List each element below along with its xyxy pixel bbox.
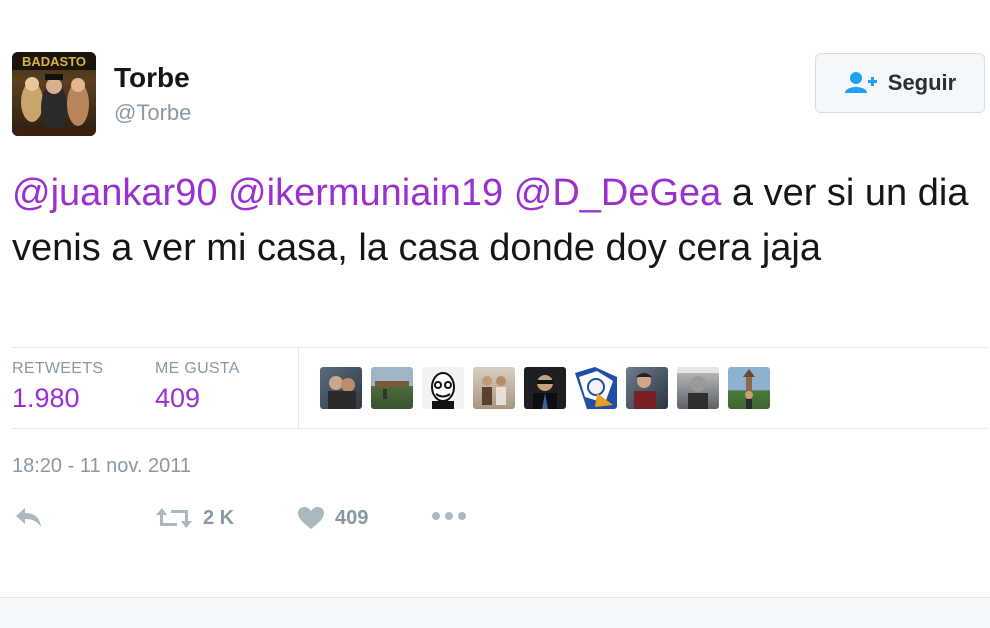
mention-link[interactable]: @juankar90 <box>12 172 217 214</box>
user-avatar-icon <box>533 375 557 409</box>
footer-band <box>0 597 990 628</box>
display-name[interactable]: Torbe <box>114 62 190 94</box>
liker-avatar[interactable] <box>575 367 617 409</box>
liker-avatar[interactable] <box>524 367 566 409</box>
more-dots-icon <box>432 512 466 520</box>
like-count: 409 <box>335 506 369 529</box>
retweets-count[interactable]: 1.980 <box>12 383 80 414</box>
user-avatar-icon <box>482 376 506 405</box>
like-button[interactable]: 409 <box>297 506 368 530</box>
follow-button[interactable]: Seguir <box>815 53 985 113</box>
retweet-count: 2 K <box>203 506 235 529</box>
user-avatar-icon <box>575 367 617 409</box>
mention-link[interactable]: @D_DeGea <box>514 172 722 214</box>
retweet-icon <box>156 508 192 528</box>
add-user-icon <box>844 72 877 93</box>
liker-avatar[interactable] <box>371 367 413 409</box>
liker-avatar[interactable] <box>320 367 362 409</box>
more-button[interactable] <box>431 506 467 526</box>
reply-icon <box>16 508 41 527</box>
user-avatar-icon <box>375 381 409 399</box>
follow-button-label: Seguir <box>887 70 957 95</box>
user-handle[interactable]: @Torbe <box>114 100 191 126</box>
heart-icon <box>298 507 324 529</box>
likers-list <box>320 367 770 409</box>
user-avatar-icon <box>634 373 656 409</box>
user-avatar-icon <box>743 369 755 409</box>
tweet-timestamp[interactable]: 18:20 - 11 nov. 2011 <box>12 455 191 478</box>
liker-avatar[interactable] <box>677 367 719 409</box>
retweets-label: RETWEETS <box>12 360 104 377</box>
avatar-image: BADASTO <box>12 52 96 136</box>
avatar-logo-text: BADASTO <box>22 54 86 69</box>
tweet-text: @juankar90 @ikermuniain19 @D_DeGea a ver… <box>12 166 987 276</box>
liker-avatar[interactable] <box>728 367 770 409</box>
retweet-button[interactable]: 2 K <box>155 506 234 530</box>
user-avatar-icon <box>328 376 356 409</box>
divider <box>298 348 299 428</box>
likes-count[interactable]: 409 <box>155 383 200 414</box>
divider <box>12 428 987 429</box>
avatar[interactable]: BADASTO <box>12 52 96 136</box>
likes-label: ME GUSTA <box>155 360 240 377</box>
user-avatar-icon <box>677 367 719 409</box>
reply-button[interactable] <box>14 506 44 528</box>
mention-link[interactable]: @ikermuniain19 <box>228 172 503 214</box>
user-avatar-icon <box>431 372 455 409</box>
liker-avatar[interactable] <box>422 367 464 409</box>
divider <box>12 347 987 348</box>
liker-avatar[interactable] <box>626 367 668 409</box>
liker-avatar[interactable] <box>473 367 515 409</box>
